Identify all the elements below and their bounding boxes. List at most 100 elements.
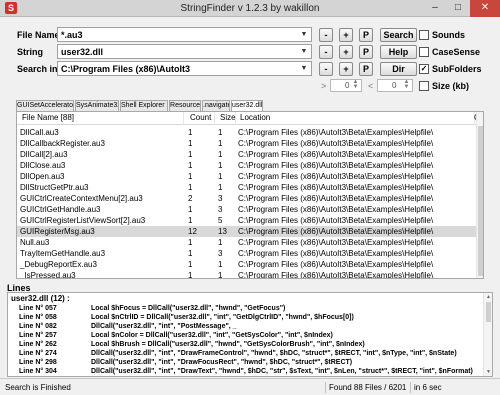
help-button[interactable]: Help (380, 45, 417, 59)
cell-location: C:\Program Files (x86)\AutoIt3\Beta\Exam… (238, 128, 434, 137)
table-row[interactable]: DllClose.au3 1 1 C:\Program Files (x86)\Aut… (17, 160, 478, 171)
chevron-down-icon[interactable]: ▼ (298, 46, 310, 57)
cell-location: C:\Program Files (x86)\AutoIt3\Beta\Exam… (238, 205, 434, 214)
string-minus-button[interactable]: - (319, 45, 333, 59)
table-row[interactable]: Null.au3 1 1 C:\Program Files (x86)\AutoIt3… (17, 237, 478, 248)
results-scroll-thumb[interactable] (478, 126, 483, 276)
file-name-minus-button[interactable]: - (319, 28, 333, 42)
file-name-combo[interactable]: ▼ (57, 27, 312, 42)
scroll-up-icon[interactable]: ▲ (485, 293, 492, 301)
casesense-checkbox[interactable]: CaseSense (419, 47, 480, 59)
cell-file-name: Null.au3 (20, 238, 50, 247)
lines-panel[interactable]: user32.dll (12) : Line N° 057 Local $hFoc… (7, 292, 493, 377)
line-item[interactable]: Line N° 082 DllCall("user32.dll", "int", … (8, 322, 484, 331)
cell-location: C:\Program Files (x86)\AutoIt3\Beta\Exam… (238, 161, 434, 170)
lines-scroll-thumb[interactable] (486, 302, 491, 322)
cell-size: 1 (218, 238, 223, 247)
table-row[interactable]: GUICtrlCreateContextMenu[2].au3 2 3 C:\Prog… (17, 193, 478, 204)
line-item[interactable]: Line N° 057 Local $hFocus = DllCall("user… (8, 304, 484, 313)
line-code: DllCall("user32.dll", "int", "DrawText",… (91, 368, 473, 375)
line-code: Local $hBrush = DllCall("user32.dll", "h… (91, 341, 365, 348)
results-scrollbar[interactable] (476, 112, 483, 278)
tab-shell-explorer-2[interactable]: Shell Explorer 2 (120, 100, 168, 111)
sounds-checkbox[interactable]: Sounds (419, 30, 465, 42)
casesense-checkbox-box[interactable] (419, 47, 429, 57)
cell-location: C:\Program Files (x86)\AutoIt3\Beta\Exam… (238, 260, 434, 269)
chevron-down-icon[interactable]: ▼ (298, 29, 310, 40)
table-row[interactable]: _DebugReportEx.au3 1 1 C:\Program Files (x8… (17, 259, 478, 270)
line-item[interactable]: Line N° 304 DllCall("user32.dll", "int", … (8, 367, 484, 376)
scroll-down-icon[interactable]: ▼ (485, 368, 492, 376)
cell-size: 3 (218, 205, 223, 214)
cell-location: C:\Program Files (x86)\AutoIt3\Beta\Exam… (238, 271, 434, 279)
cell-count: 1 (188, 205, 193, 214)
table-row[interactable]: DllCall[2].au3 1 1 C:\Program Files (x86)\A… (17, 149, 478, 160)
close-icon[interactable]: ✕ (470, 0, 500, 17)
table-row[interactable]: TrayItemGetHandle.au3 1 3 C:\Program Files … (17, 248, 478, 259)
search-in-minus-button[interactable]: - (319, 62, 333, 76)
cell-file-name: _IsPressed.au3 (20, 271, 76, 279)
table-row[interactable]: DllCall.au3 1 1 C:\Program Files (x86)\Auto… (17, 127, 478, 138)
line-item[interactable]: Line N° 058 Local $nCtrlID = DllCall("use… (8, 313, 484, 322)
search-in-combo[interactable]: ▼ (57, 61, 312, 76)
subfolders-checkbox[interactable]: ✓ SubFolders (419, 64, 482, 76)
lines-scrollbar[interactable]: ▲ ▼ (483, 293, 492, 376)
column-count[interactable]: Count (188, 112, 215, 125)
column-size[interactable]: Size (218, 112, 236, 125)
search-button[interactable]: Search (380, 28, 417, 42)
cell-location: C:\Program Files (x86)\AutoIt3\Beta\Exam… (238, 238, 434, 247)
string-input[interactable] (58, 45, 297, 58)
string-p-button[interactable]: P (359, 45, 373, 59)
line-item[interactable]: Line N° 274 DllCall("user32.dll", "int", … (8, 349, 484, 358)
size-max-spinner[interactable]: 0 ▲ ▼ (377, 79, 413, 92)
tab-resource[interactable]: Resource (169, 100, 201, 111)
cell-size: 1 (218, 161, 223, 170)
column-location[interactable]: Location (238, 112, 475, 125)
results-list[interactable]: File Name [88] Count Size Location Cr Dl… (16, 111, 484, 279)
search-in-plus-button[interactable]: + (339, 62, 353, 76)
string-combo[interactable]: ▼ (57, 44, 312, 59)
line-number: Line N° 298 (19, 359, 57, 366)
table-row[interactable]: _IsPressed.au3 1 1 C:\Program Files (x86)\A… (17, 270, 478, 279)
cell-location: C:\Program Files (x86)\AutoIt3\Beta\Exam… (238, 183, 434, 192)
dir-button[interactable]: Dir (380, 62, 417, 76)
file-name-input[interactable] (58, 28, 297, 41)
maximize-icon[interactable]: □ (447, 0, 469, 17)
search-in-p-button[interactable]: P (359, 62, 373, 76)
size-checkbox[interactable]: Size (kb) (419, 81, 469, 93)
table-row[interactable]: GUICtrlGetHandle.au3 1 3 C:\Program Files (… (17, 204, 478, 215)
subfolders-checkbox-box[interactable]: ✓ (419, 64, 429, 74)
cell-location: C:\Program Files (x86)\AutoIt3\Beta\Exam… (238, 227, 434, 236)
table-row[interactable]: GUICtrlRegisterListViewSort[2].au3 1 5 C:\P… (17, 215, 478, 226)
tab-sysanimate32[interactable]: SysAnimate32 (75, 100, 119, 111)
column-file-name[interactable]: File Name [88] (20, 112, 184, 125)
line-item[interactable]: Line N° 262 Local $hBrush = DllCall("user… (8, 340, 484, 349)
minimize-icon[interactable]: – (424, 0, 446, 17)
cell-location: C:\Program Files (x86)\AutoIt3\Beta\Exam… (238, 150, 434, 159)
cell-location: C:\Program Files (x86)\AutoIt3\Beta\Exam… (238, 139, 434, 148)
cell-size: 1 (218, 139, 223, 148)
spinner-arrows-icon[interactable]: ▲ ▼ (402, 79, 411, 91)
string-plus-button[interactable]: + (339, 45, 353, 59)
cell-size: 1 (218, 150, 223, 159)
file-name-plus-button[interactable]: + (339, 28, 353, 42)
chevron-down-icon[interactable]: ▼ (298, 63, 310, 74)
line-item[interactable]: Line N° 298 DllCall("user32.dll", "int", … (8, 358, 484, 367)
search-in-input[interactable] (58, 62, 297, 75)
table-row[interactable]: DllStructGetPtr.au3 1 1 C:\Program Files (x… (17, 182, 478, 193)
title-bar[interactable]: S StringFinder v 1.2.3 by wakillon – □ ✕ (0, 0, 500, 17)
results-header: File Name [88] Count Size Location Cr (17, 112, 483, 125)
sounds-checkbox-box[interactable] (419, 30, 429, 40)
line-item[interactable]: Line N° 257 Local $nColor = DllCall("user… (8, 331, 484, 340)
table-row[interactable]: DllCallbackRegister.au3 1 1 C:\Program File… (17, 138, 478, 149)
cell-location: C:\Program Files (x86)\AutoIt3\Beta\Exam… (238, 249, 434, 258)
cell-count: 1 (188, 238, 193, 247)
table-row[interactable]: DllOpen.au3 1 1 C:\Program Files (x86)\Auto… (17, 171, 478, 182)
tab-navigate[interactable]: .navigate (202, 100, 230, 111)
table-row[interactable]: GUIRegisterMsg.au3 12 13 C:\Program Files (… (17, 226, 478, 237)
spinner-arrows-icon[interactable]: ▲ ▼ (351, 79, 360, 91)
file-name-p-button[interactable]: P (359, 28, 373, 42)
size-min-spinner[interactable]: 0 ▲ ▼ (330, 79, 362, 92)
size-checkbox-box[interactable] (419, 81, 429, 91)
tab-guisetaccelerators[interactable]: GUISetAccelerators (16, 100, 74, 111)
